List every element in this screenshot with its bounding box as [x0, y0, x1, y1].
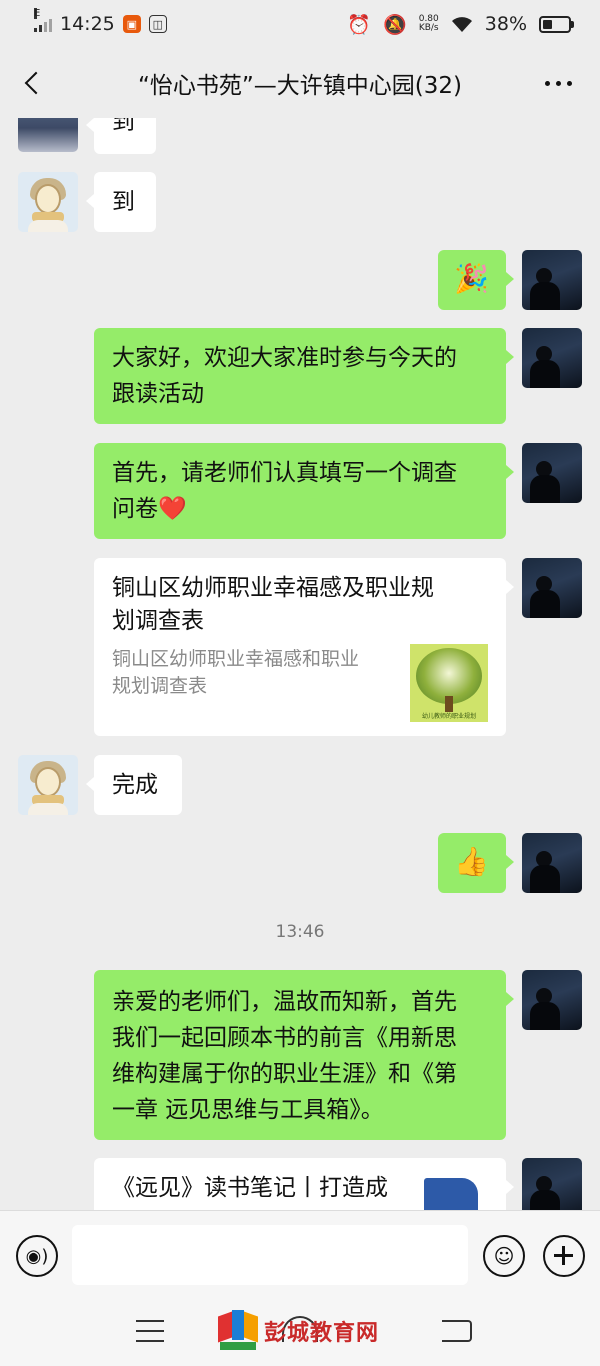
alarm-icon: ⏰	[347, 13, 372, 36]
avatar[interactable]	[522, 833, 582, 893]
message-bubble[interactable]: 完成	[86, 755, 182, 815]
message-line: 维构建属于你的职业生涯》和《第	[112, 1061, 457, 1087]
avatar[interactable]	[522, 250, 582, 310]
avatar[interactable]	[18, 755, 78, 815]
chat-title: “怡心书苑”—大许镇中心园(32)	[137, 73, 463, 99]
input-bar: ◉) ☺	[0, 1210, 600, 1300]
message-line: 大家好，欢迎大家准时参与今天的	[112, 345, 457, 371]
smiley-icon: ☺	[493, 1244, 515, 1268]
watermark: 彭城教育网	[218, 1308, 379, 1354]
avatar[interactable]	[18, 118, 78, 152]
avatar[interactable]	[18, 172, 78, 232]
avatar[interactable]	[522, 328, 582, 388]
message-line: 亲爱的老师们，温故而知新，首先	[112, 989, 457, 1015]
recent-apps-button[interactable]	[136, 1320, 164, 1342]
more-dot-icon	[545, 81, 550, 86]
card-title-line: 铜山区幼师职业幸福感及职业规	[112, 575, 434, 601]
message-line: 跟读活动	[112, 381, 204, 407]
voice-icon: ◉)	[25, 1245, 49, 1267]
watermark-text: 彭城教育网	[264, 1321, 380, 1346]
signal-icon: E	[34, 8, 52, 32]
battery-percent: 38%	[484, 13, 527, 35]
mute-icon: 🔕	[383, 13, 407, 36]
back-button[interactable]	[18, 66, 48, 100]
network-type: E	[34, 8, 41, 19]
more-dot-icon	[556, 81, 561, 86]
more-actions-button[interactable]	[543, 1235, 585, 1277]
link-card[interactable]: 《远见》读书笔记丨打造成	[94, 1158, 514, 1210]
party-popper-icon: 🎉	[454, 262, 489, 295]
app-notification-icon: ▣	[122, 15, 141, 33]
battery-icon	[539, 15, 574, 33]
message-line: 问卷❤️	[112, 496, 187, 522]
book-logo-icon	[218, 1308, 258, 1354]
speed-unit: KB/s	[418, 23, 439, 33]
message-text: 完成	[112, 772, 158, 798]
thumbnail-caption: 幼儿教师的职业规划	[421, 713, 476, 720]
battery-fill	[543, 19, 553, 29]
status-time: 14:25	[60, 13, 115, 35]
system-back-button[interactable]	[442, 1320, 472, 1342]
message-input[interactable]	[72, 1225, 468, 1285]
message-bubble[interactable]: 首先，请老师们认真填写一个调查 问卷❤️	[94, 443, 514, 539]
timestamp: 13:46	[275, 922, 325, 942]
more-options-button[interactable]	[545, 81, 572, 86]
message-bubble[interactable]: 👍	[438, 833, 514, 893]
wifi-icon	[451, 17, 472, 32]
status-bar: E 14:25 ▣ ◫ ⏰ 🔕 0.80 KB/s 38%	[0, 0, 600, 48]
network-speed: 0.80 KB/s	[419, 15, 439, 33]
sim-icon: ◫	[148, 15, 167, 33]
link-card[interactable]: 铜山区幼师职业幸福感及职业规 划调查表 铜山区幼师职业幸福感和职业 规划调查表 …	[94, 558, 514, 736]
system-nav-bar: 彭城教育网	[0, 1300, 600, 1366]
message-bubble[interactable]: 大家好，欢迎大家准时参与今天的 跟读活动	[94, 328, 514, 424]
avatar[interactable]	[522, 558, 582, 618]
chevron-left-icon	[24, 71, 48, 95]
avatar[interactable]	[522, 970, 582, 1030]
card-description-line: 规划调查表	[112, 675, 208, 697]
message-bubble[interactable]: 到	[86, 172, 156, 232]
avatar[interactable]	[522, 1158, 582, 1210]
message-line: 首先，请老师们认真填写一个调查	[112, 460, 457, 486]
avatar[interactable]	[522, 443, 582, 503]
message-line: 我们一起回顾本书的前言《用新思	[112, 1025, 457, 1051]
more-dot-icon	[567, 81, 572, 86]
message-text: 到	[112, 118, 135, 135]
card-description-line: 铜山区幼师职业幸福感和职业	[112, 648, 360, 670]
message-line: 一章 远见思维与工具箱》。	[112, 1097, 384, 1123]
card-title-line: 划调查表	[112, 608, 204, 634]
message-bubble[interactable]: 亲爱的老师们，温故而知新，首先 我们一起回顾本书的前言《用新思 维构建属于你的职…	[94, 970, 514, 1140]
thumbs-up-icon: 👍	[454, 845, 489, 878]
message-bubble[interactable]: 🎉	[438, 250, 514, 310]
document-icon	[424, 1178, 478, 1210]
chat-header: “怡心书苑”—大许镇中心园(32)	[0, 48, 600, 118]
message-bubble[interactable]: 到	[86, 118, 156, 154]
emoji-button[interactable]: ☺	[483, 1235, 525, 1277]
voice-input-button[interactable]: ◉)	[16, 1235, 58, 1277]
card-thumbnail: 幼儿教师的职业规划	[410, 644, 488, 722]
chat-area[interactable]: 到 到 🎉 大家好，欢迎大家准时参与今天的 跟读活动 首先，请老师们认真填写一个…	[0, 118, 600, 1210]
message-text: 到	[112, 189, 135, 215]
